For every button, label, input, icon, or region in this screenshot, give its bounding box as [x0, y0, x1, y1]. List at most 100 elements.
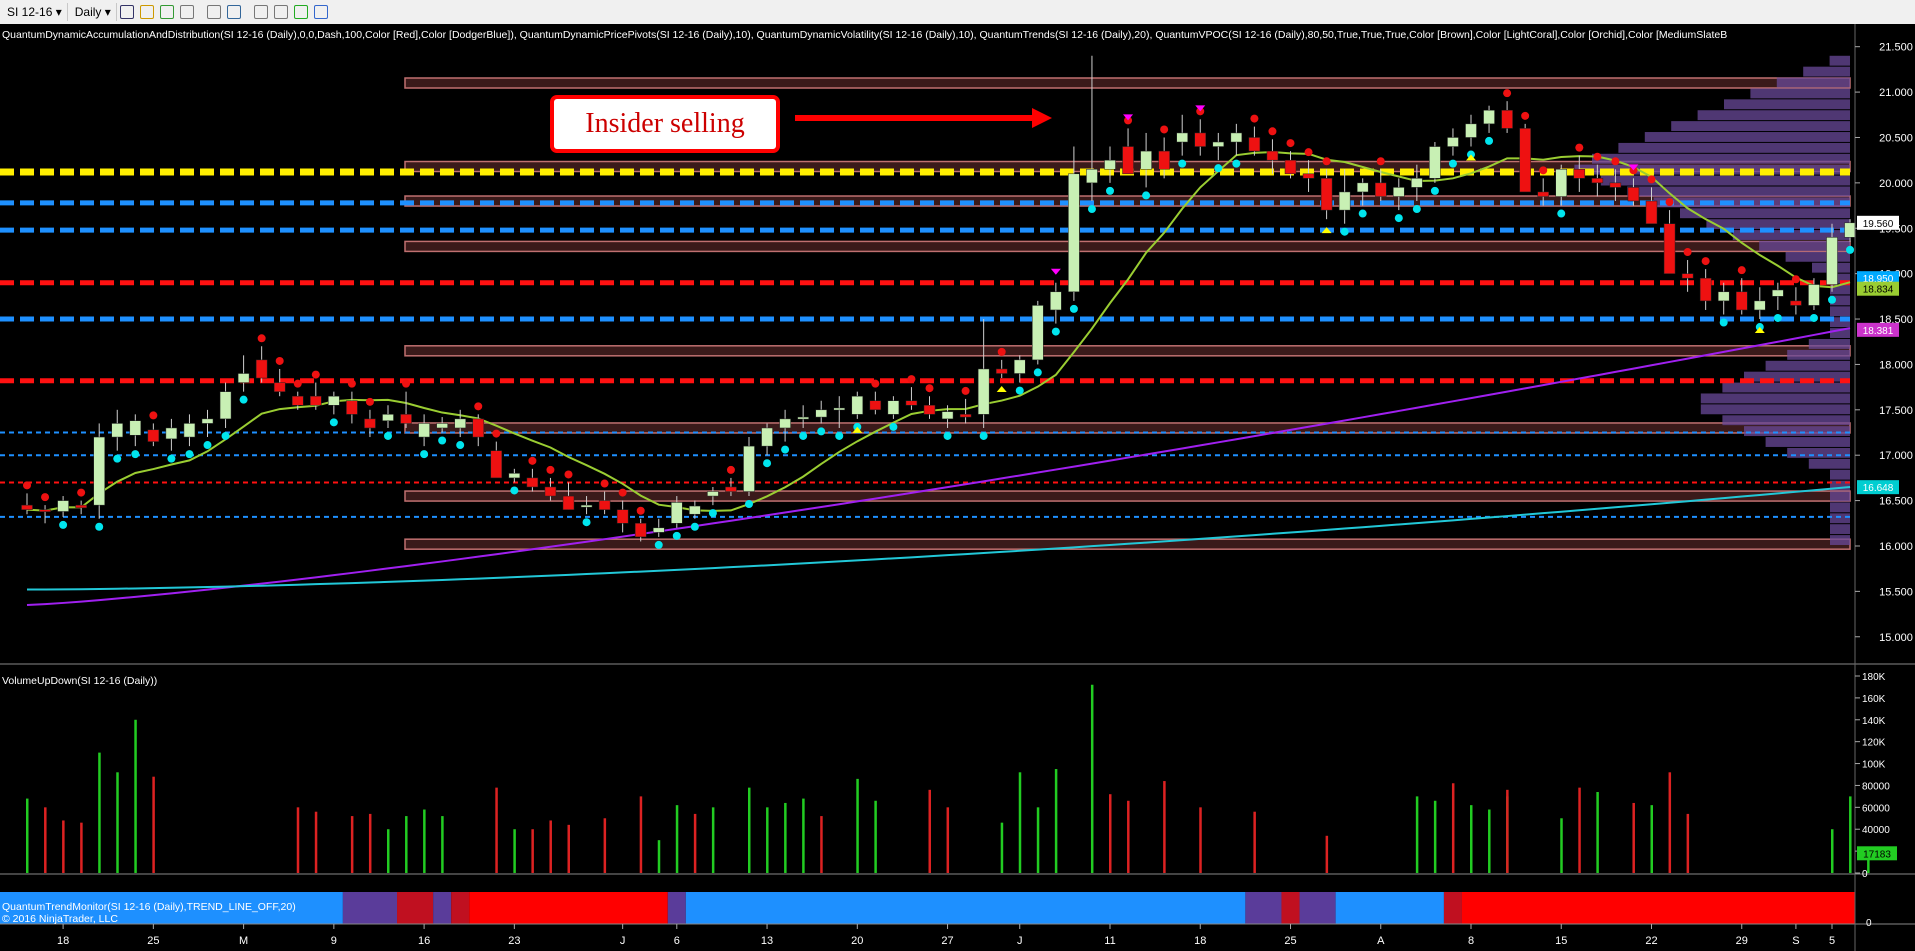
price-candle [1140, 150, 1152, 170]
price-candle [237, 373, 250, 383]
price-candle [1519, 128, 1531, 193]
volatility-dot [456, 441, 465, 450]
volatility-dot [690, 522, 699, 531]
properties-icon[interactable] [253, 5, 268, 19]
trend-monitor-segment [685, 892, 1246, 924]
price-candle [1194, 132, 1206, 147]
price-axis-tick-label: 21.500 [1879, 42, 1913, 54]
price-candle [887, 400, 900, 415]
price-candle [923, 405, 936, 415]
volume-axis-tick-label: 180K [1862, 672, 1886, 683]
price-candle [1158, 150, 1170, 170]
pin-icon[interactable] [159, 5, 174, 19]
price-candle [1014, 359, 1026, 374]
time-axis-label: 29 [1736, 935, 1748, 947]
price-candle [201, 418, 214, 424]
time-axis-label: 8 [1468, 935, 1474, 947]
pencil-draw-icon[interactable] [139, 5, 154, 19]
price-candle [1573, 168, 1586, 179]
price-candle [328, 395, 340, 406]
price-axis-tick-label: 15.000 [1879, 632, 1913, 644]
price-candle [815, 409, 827, 418]
volume-down-bar [80, 822, 83, 873]
price-candle [1429, 146, 1441, 179]
volume-axis-tick-label: 80000 [1862, 781, 1890, 792]
volume-profile-bar [1750, 88, 1850, 99]
volume-up-bar [874, 800, 877, 873]
price-candle [183, 423, 196, 438]
price-candle [634, 523, 647, 538]
price-candle [255, 359, 268, 379]
volume-profile-bar [1830, 524, 1850, 535]
chart-canvas[interactable]: QuantumDynamicAccumulationAndDistributio… [0, 24, 1915, 951]
volume-down-bar [62, 820, 65, 873]
price-candle [1645, 200, 1658, 224]
volatility-dot [510, 486, 519, 495]
time-axis-label: S [1792, 935, 1799, 947]
volume-up-bar [675, 805, 679, 873]
trend-panel-title: QuantumTrendMonitor(SI 12-16 (Daily),TRE… [2, 901, 296, 913]
volume-axis-tick-label: 100K [1862, 760, 1886, 771]
volatility-dot [1737, 266, 1746, 275]
price-candle [1411, 178, 1423, 188]
volatility-dot [600, 479, 609, 488]
strategy-icon[interactable] [293, 5, 308, 19]
time-axis-label: 6 [674, 935, 680, 947]
volume-down-bar [603, 818, 607, 873]
volatility-dot [492, 429, 501, 438]
volatility-dot [23, 481, 31, 490]
price-candle [580, 504, 593, 508]
price-candle [1212, 141, 1225, 147]
price-candle [1465, 123, 1477, 138]
price-candle [1266, 150, 1279, 161]
price-candle [1808, 284, 1820, 306]
trend-monitor-segment [1245, 892, 1282, 924]
price-candle [1699, 277, 1712, 302]
price-axis-tick-label: 17.500 [1879, 405, 1913, 417]
volatility-dot [1448, 159, 1457, 168]
volume-panel-title: VolumeUpDown(SI 12-16 (Daily)) [2, 675, 157, 687]
price-axis-tick-label: 18.000 [1879, 359, 1913, 371]
volume-down-bar [1506, 789, 1509, 873]
volume-profile-bar [1724, 99, 1850, 110]
volume-down-bar [946, 807, 950, 873]
volatility-dot [293, 379, 302, 388]
time-axis-label: 13 [761, 935, 773, 947]
instrument-selector[interactable]: SI 12-16 ▾ [2, 3, 68, 21]
volume-profile-bar [1600, 175, 1850, 186]
volatility-dot [167, 454, 176, 463]
period-selector[interactable]: Daily ▾ [70, 3, 117, 21]
magnet-icon[interactable] [179, 5, 194, 19]
volatility-dot [95, 522, 104, 531]
volume-down-bar [1668, 772, 1672, 873]
volatility-dot [979, 431, 988, 440]
time-axis-label: J [620, 935, 626, 947]
bar-style-icon[interactable] [119, 5, 134, 19]
price-candle [93, 436, 105, 506]
volatility-dot [1268, 127, 1277, 136]
volume-profile-bar [1700, 404, 1850, 415]
time-axis-label: A [1377, 935, 1385, 947]
copyright-text: © 2016 NinjaTrader, LLC [2, 913, 118, 925]
price-candle [1754, 300, 1766, 311]
time-axis-label: 18 [57, 935, 69, 947]
chart-template-icon[interactable] [273, 5, 288, 19]
volatility-dot [311, 370, 320, 379]
volatility-dot [77, 488, 86, 497]
price-axis-tick-label: 16.000 [1879, 541, 1913, 553]
volatility-dot [347, 379, 356, 388]
pointer-icon[interactable] [206, 5, 221, 19]
volume-up-bar [802, 798, 805, 873]
data-box-icon[interactable] [313, 5, 328, 19]
volume-profile-bar [1830, 491, 1850, 502]
volume-down-bar [350, 816, 354, 873]
volume-profile-bar [1644, 132, 1850, 142]
trend-monitor-segment [1335, 892, 1444, 924]
volatility-dot [763, 459, 772, 468]
volume-up-bar [1018, 772, 1022, 873]
volatility-dot [1665, 198, 1674, 207]
time-axis-label: 9 [331, 935, 337, 947]
zoom-icon[interactable] [226, 5, 241, 19]
price-candle [689, 505, 701, 515]
volume-up-bar [1433, 800, 1437, 873]
